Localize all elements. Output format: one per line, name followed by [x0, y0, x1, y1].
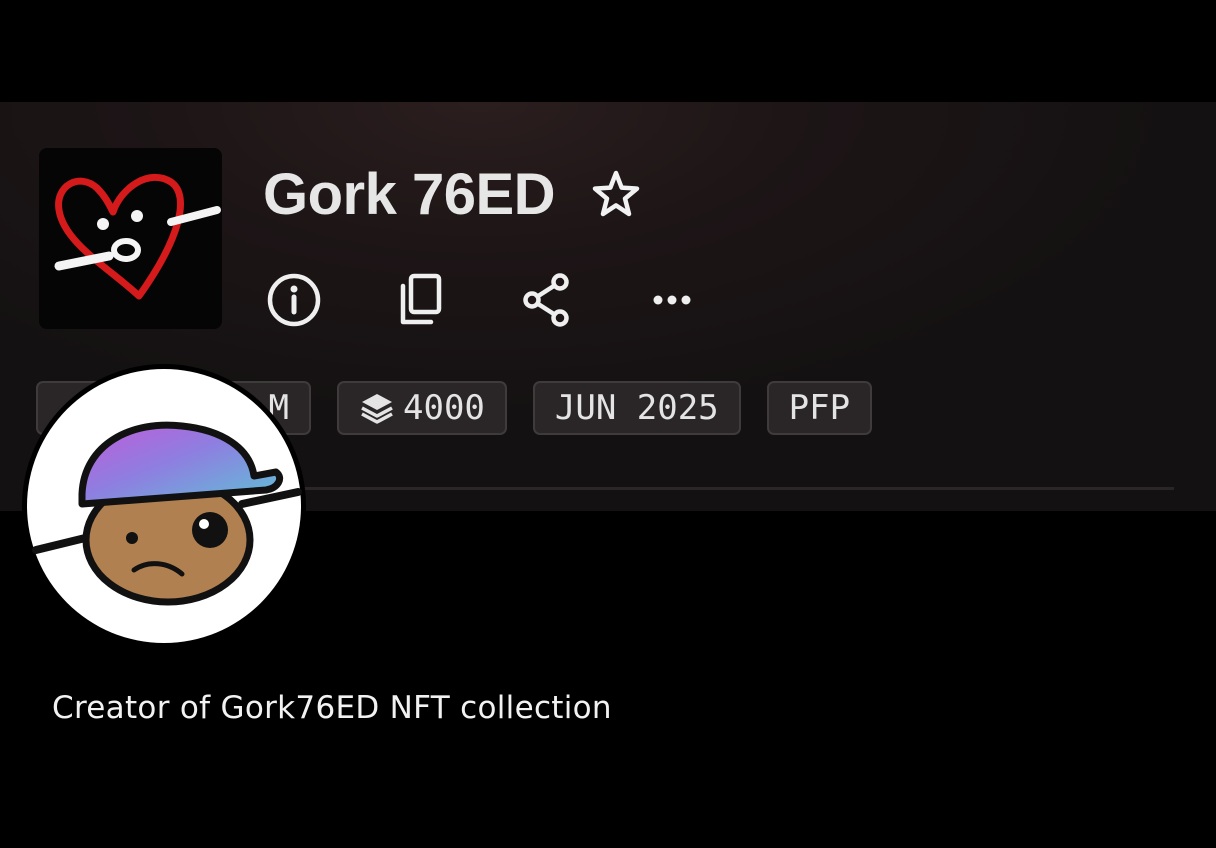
collection-title: Gork 76ED: [263, 161, 556, 227]
favorite-star-icon[interactable]: [589, 167, 643, 221]
category-value: PFP: [788, 388, 851, 428]
title-row: Gork 76ED: [263, 154, 643, 234]
tag-items-count: 4000: [337, 381, 507, 435]
copy-icon[interactable]: [390, 270, 450, 330]
date-value: JUN 2025: [554, 388, 719, 428]
share-icon[interactable]: [516, 270, 576, 330]
more-options-icon[interactable]: [642, 270, 702, 330]
action-bar: [264, 270, 702, 330]
profile-bio: Creator of Gork76ED NFT collection: [52, 690, 612, 726]
tag-category: PFP: [766, 381, 873, 435]
heart-face-logo-icon[interactable]: [39, 148, 222, 329]
layers-icon: [359, 390, 395, 426]
cap-character-avatar[interactable]: [22, 364, 306, 648]
items-count-value: 4000: [403, 388, 485, 428]
tag-date: JUN 2025: [532, 381, 741, 435]
info-icon[interactable]: [264, 270, 324, 330]
